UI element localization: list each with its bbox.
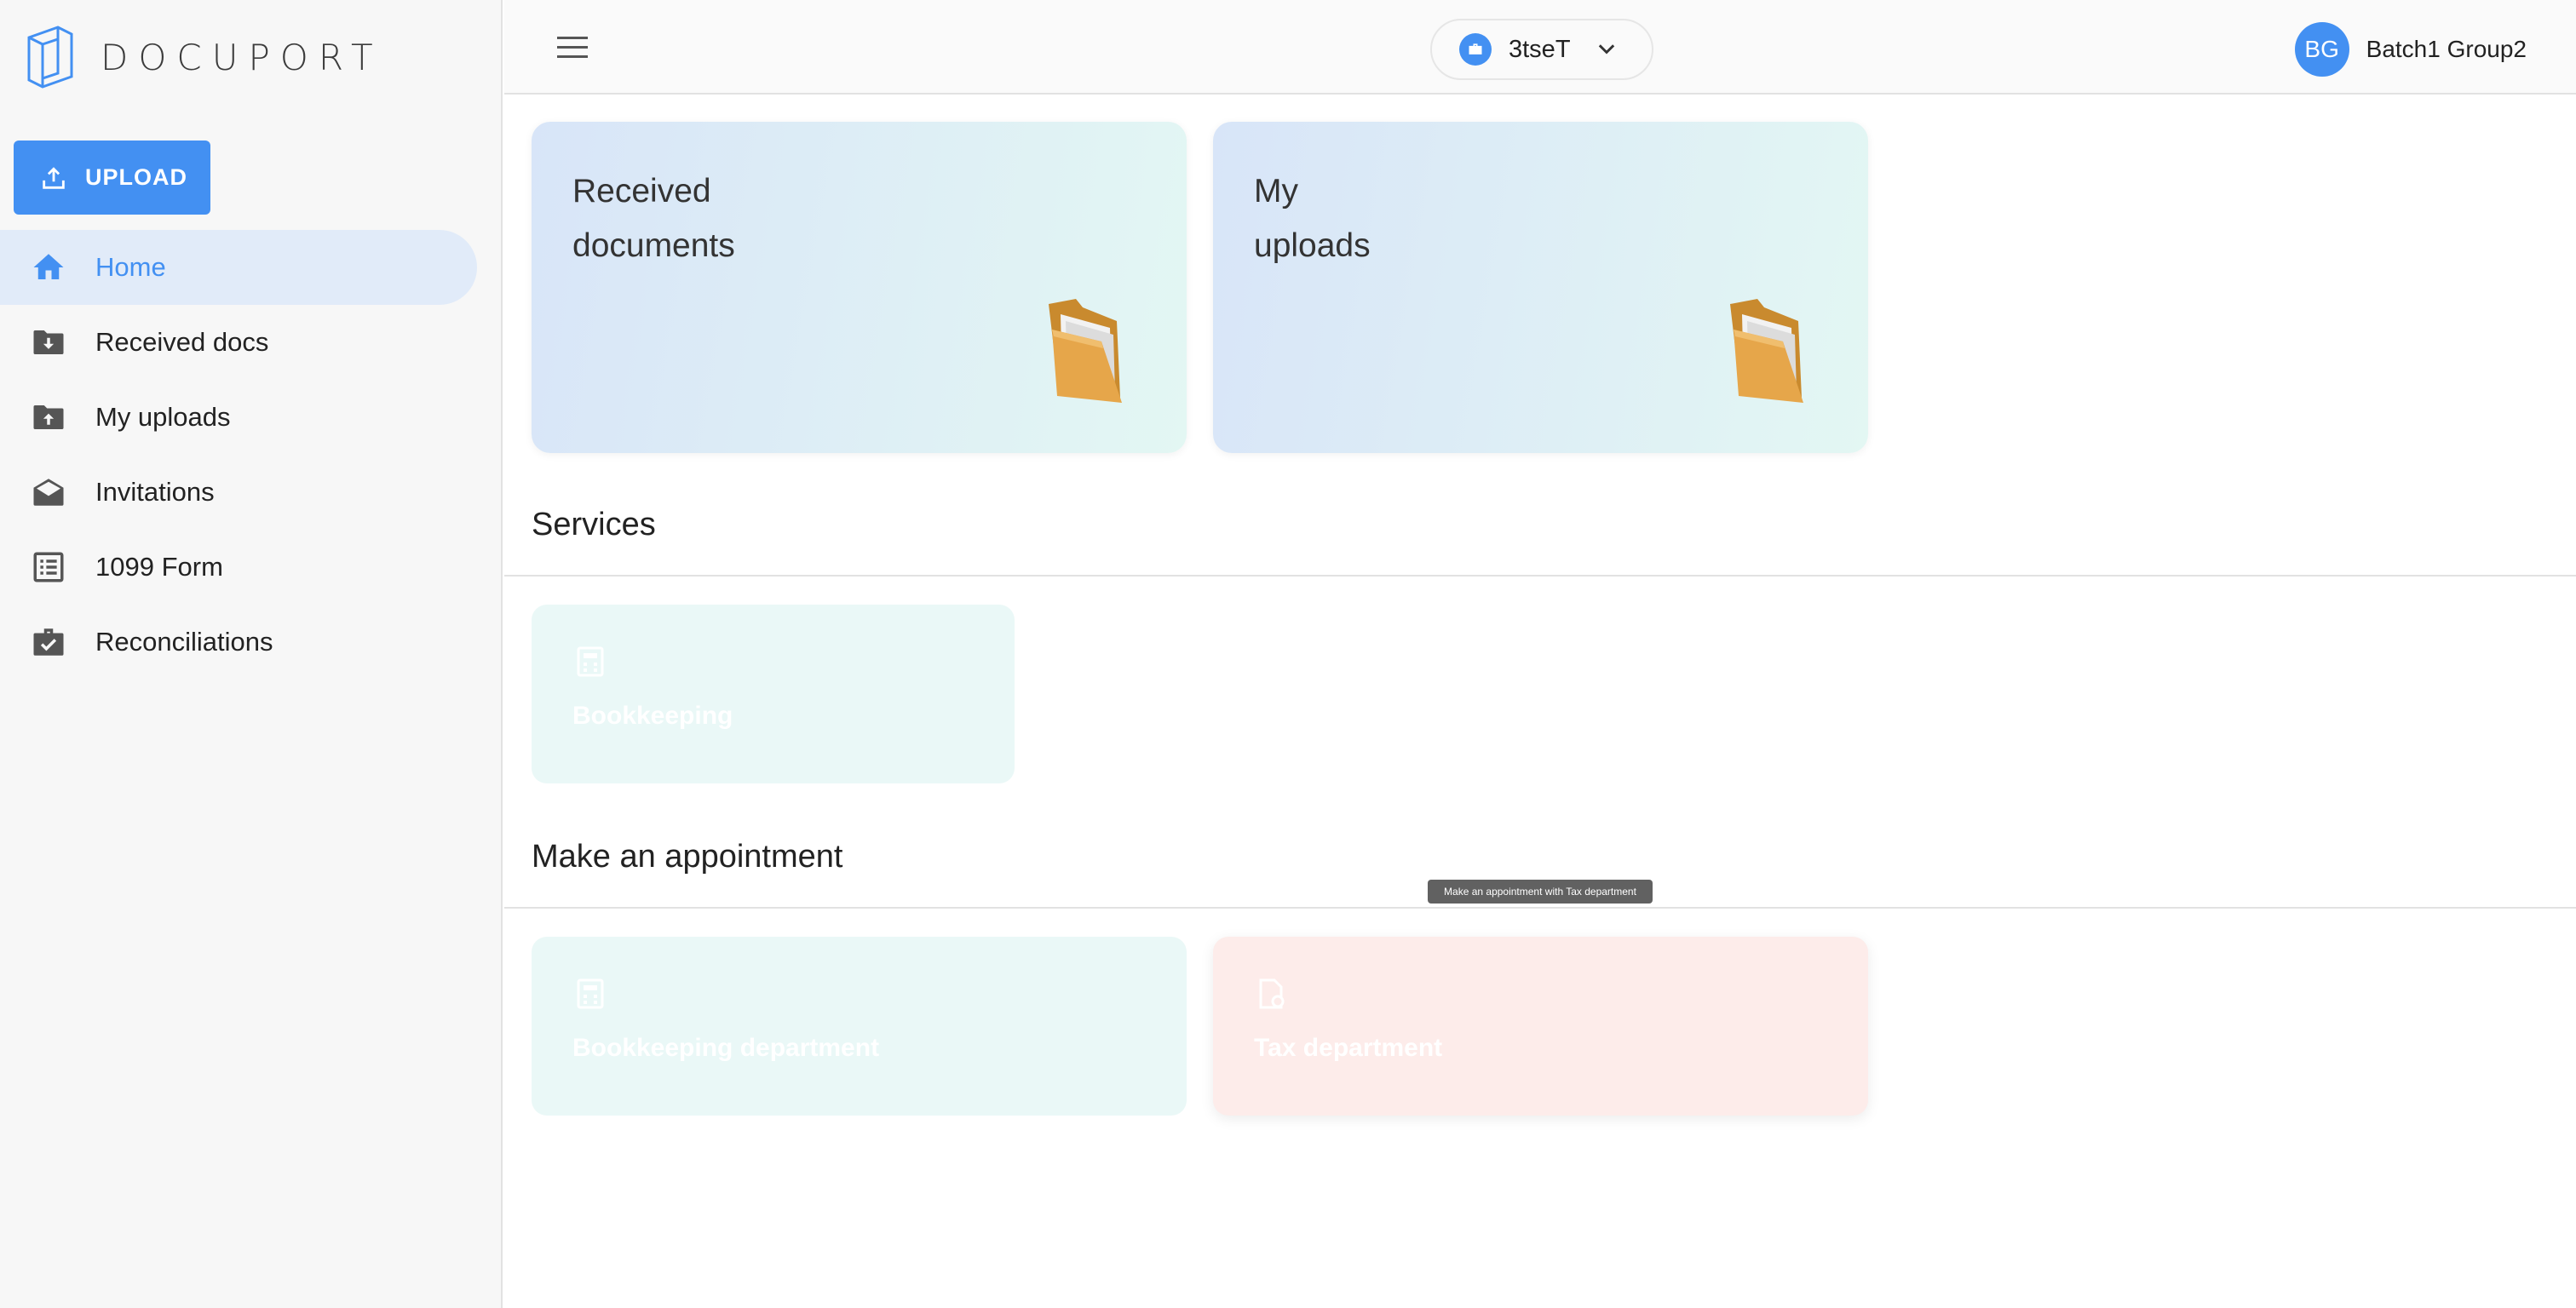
user-menu[interactable]: BG Batch1 Group2: [2294, 22, 2527, 77]
card-title-line: My: [1254, 173, 1298, 209]
divider: [504, 575, 2576, 577]
service-label: Bookkeeping: [572, 702, 733, 730]
home-icon: [31, 250, 66, 285]
folder-download-icon: [31, 324, 66, 360]
folder-upload-icon: [31, 399, 66, 435]
sidebar-item-label: 1099 Form: [95, 552, 223, 582]
upload-icon: [43, 166, 65, 189]
docuport-logo[interactable]: DOCUPORT: [26, 26, 383, 89]
sidebar-item-1099-form[interactable]: 1099 Form: [0, 530, 477, 605]
envelope-open-icon: [31, 474, 66, 510]
sidebar-item-label: Reconciliations: [95, 627, 273, 657]
avatar: BG: [2294, 22, 2349, 77]
services-title: Services: [532, 507, 656, 542]
menu-icon[interactable]: [557, 32, 591, 63]
tax-department-card[interactable]: Tax department: [1213, 937, 1868, 1116]
calculator-icon: [577, 978, 604, 1009]
user-name: Batch1 Group2: [2366, 36, 2527, 62]
bookkeeping-service-card[interactable]: Bookkeeping: [532, 605, 1015, 783]
upload-button[interactable]: UPLOAD: [14, 141, 210, 215]
sidebar: DOCUPORT UPLOAD Home Received docs My up…: [0, 0, 503, 1308]
received-documents-card[interactable]: Received documents: [532, 122, 1187, 453]
divider: [504, 907, 2576, 909]
sidebar-item-reconciliations[interactable]: Reconciliations: [0, 605, 477, 680]
folder-icon: [1049, 299, 1122, 403]
sidebar-item-label: Invitations: [95, 477, 215, 507]
sidebar-item-label: Received docs: [95, 327, 269, 357]
upload-label: UPLOAD: [85, 164, 187, 190]
sidebar-nav: Home Received docs My uploads Invitation…: [0, 230, 477, 680]
card-title-line: uploads: [1254, 227, 1371, 264]
docuport-logo-icon: [27, 26, 73, 89]
sidebar-item-invitations[interactable]: Invitations: [0, 455, 477, 530]
briefcase-icon: [1459, 33, 1492, 66]
list-form-icon: [31, 549, 66, 585]
my-uploads-card[interactable]: My uploads: [1213, 122, 1868, 453]
sidebar-item-label: Home: [95, 252, 166, 282]
sidebar-item-my-uploads[interactable]: My uploads: [0, 380, 477, 455]
company-selector[interactable]: 3tseT: [1430, 19, 1653, 80]
calculator-icon: [577, 646, 604, 677]
department-label: Bookkeeping department: [572, 1034, 880, 1062]
bookkeeping-department-card[interactable]: Bookkeeping department: [532, 937, 1187, 1116]
sidebar-item-label: My uploads: [95, 402, 231, 432]
top-bar: 3tseT BG Batch1 Group2: [504, 0, 2576, 95]
briefcase-check-icon: [31, 624, 66, 660]
tooltip: Make an appointment with Tax department: [1428, 880, 1653, 904]
card-title: Received documents: [572, 164, 828, 273]
appointment-title: Make an appointment: [532, 839, 843, 875]
card-title-line: documents: [572, 227, 735, 264]
department-label: Tax department: [1254, 1034, 1443, 1062]
document-settings-icon: [1259, 978, 1285, 1009]
logo-text: DOCUPORT: [101, 36, 383, 78]
company-name: 3tseT: [1509, 35, 1571, 63]
card-title: My uploads: [1254, 164, 1509, 273]
chevron-down-icon: [1598, 44, 1614, 54]
folder-icon: [1730, 299, 1803, 403]
card-title-line: Received: [572, 173, 711, 209]
sidebar-item-home[interactable]: Home: [0, 230, 477, 305]
sidebar-item-received-docs[interactable]: Received docs: [0, 305, 477, 380]
